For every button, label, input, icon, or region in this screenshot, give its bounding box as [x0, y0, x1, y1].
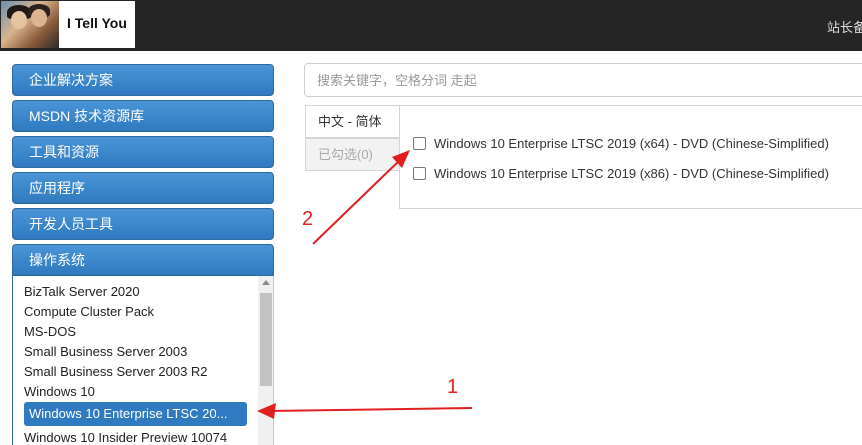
list-item[interactable]: Small Business Server 2003 [24, 344, 187, 359]
sidebar-item-msdn-library[interactable]: MSDN 技术资源库 [12, 100, 274, 132]
list-item[interactable]: Compute Cluster Pack [24, 304, 154, 319]
annotation-label-2: 2 [302, 208, 314, 230]
file-row[interactable]: Windows 10 Enterprise LTSC 2019 (x86) - … [413, 164, 829, 182]
list-item[interactable]: Windows 10 Insider Preview 10074 [24, 430, 227, 445]
sidebar-item-applications[interactable]: 应用程序 [12, 172, 274, 204]
os-list: BizTalk Server 2020 Compute Cluster Pack… [12, 276, 274, 445]
list-item-selected[interactable]: Windows 10 Enterprise LTSC 20... [24, 402, 247, 426]
logo-text: I Tell You [67, 15, 127, 31]
sidebar-item-tools-resources[interactable]: 工具和资源 [12, 136, 274, 168]
tab-checked-count[interactable]: 已勾选(0) [305, 138, 400, 171]
site-logo[interactable]: I Tell You [1, 1, 135, 48]
sidebar-item-operating-systems[interactable]: 操作系统 [12, 244, 274, 276]
logo-face-left [11, 11, 27, 29]
list-item[interactable]: Small Business Server 2003 R2 [24, 364, 208, 379]
file-label[interactable]: Windows 10 Enterprise LTSC 2019 (x86) - … [434, 166, 829, 181]
logo-face-right [31, 9, 47, 27]
tab-language-simplified-chinese[interactable]: 中文 - 简体 [305, 105, 400, 138]
logo-photo [1, 1, 59, 48]
header-right-link[interactable]: 站长备 [827, 17, 862, 36]
scroll-thumb[interactable] [260, 293, 272, 386]
top-bar: I Tell You 站长备 [0, 0, 862, 51]
annotation-label-1: 1 [447, 376, 459, 398]
file-checkbox[interactable] [413, 166, 426, 180]
os-list-scrollbar[interactable] [258, 276, 273, 445]
list-item[interactable]: MS-DOS [24, 324, 76, 339]
scroll-up-arrow-icon[interactable] [262, 280, 270, 285]
list-item[interactable]: BizTalk Server 2020 [24, 284, 140, 299]
search-input[interactable] [304, 63, 862, 97]
sidebar-item-enterprise-solutions[interactable]: 企业解决方案 [12, 64, 274, 96]
file-label[interactable]: Windows 10 Enterprise LTSC 2019 (x64) - … [434, 136, 829, 151]
file-checkbox[interactable] [413, 136, 426, 150]
file-row[interactable]: Windows 10 Enterprise LTSC 2019 (x64) - … [413, 134, 829, 152]
file-list-panel: Windows 10 Enterprise LTSC 2019 (x64) - … [399, 105, 862, 209]
sidebar-item-developer-tools[interactable]: 开发人员工具 [12, 208, 274, 240]
annotation-arrow-1 [257, 403, 473, 419]
list-item[interactable]: Windows 10 [24, 384, 95, 399]
